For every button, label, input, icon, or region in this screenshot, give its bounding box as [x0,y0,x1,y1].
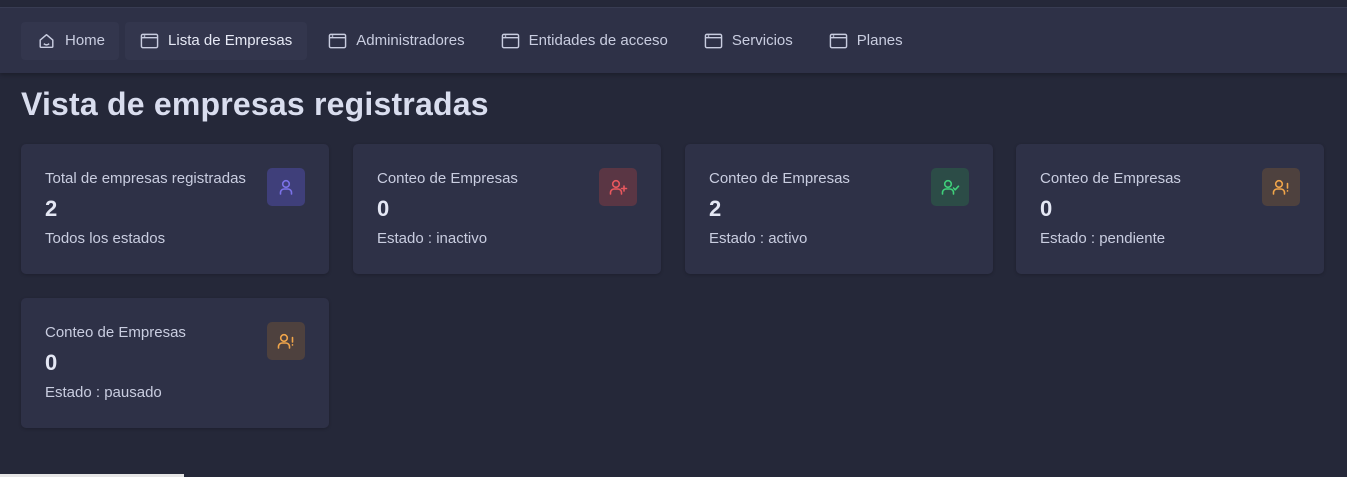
stat-card-pausado: Conteo de Empresas 0 Estado : pausado [21,298,329,428]
nav-item-entidades-de-acceso[interactable]: Entidades de acceso [486,22,683,60]
stat-card-label: Total de empresas registradas [45,170,246,187]
window-icon [140,32,159,50]
nav-item-label: Lista de Empresas [168,32,293,49]
window-icon [829,32,848,50]
user-alert-icon [267,322,305,360]
window-icon [328,32,347,50]
stat-card-label: Conteo de Empresas [1040,170,1181,187]
stat-card-subtitle: Estado : pausado [45,384,162,401]
nav-item-label: Administradores [356,32,465,49]
user-plus-icon [599,168,637,206]
nav-item-label: Planes [856,32,903,49]
stat-card-value: 2 [709,196,722,221]
home-icon [37,32,56,50]
page-title: Vista de empresas registradas [21,86,489,122]
nav-item-lista-de-empresas[interactable]: Lista de Empresas [125,21,308,60]
stat-card-inactivo: Conteo de Empresas 0 Estado : inactivo [353,144,661,274]
nav-item-label: Servicios [731,32,793,49]
stat-card-label: Conteo de Empresas [45,324,186,341]
stat-card-value: 0 [1040,196,1053,221]
nav-item-planes[interactable]: Planes [814,22,918,60]
stat-card-subtitle: Todos los estados [45,230,166,247]
nav-item-label: Entidades de acceso [528,32,668,49]
window-icon [501,32,520,50]
stat-card-subtitle: Estado : activo [709,230,808,247]
top-border [0,0,1347,8]
stat-card-pendiente: Conteo de Empresas 0 Estado : pendiente [1016,144,1324,274]
nav-item-home[interactable]: Home [21,21,120,60]
stat-card-label: Conteo de Empresas [709,170,850,187]
stat-card-value: 2 [45,196,58,221]
stat-card-subtitle: Estado : inactivo [377,230,488,247]
nav-item-administradores[interactable]: Administradores [313,22,479,60]
user-check-icon [931,168,969,206]
top-navbar: Home Lista de Empresas Administradores E… [0,8,1347,73]
nav-item-servicios[interactable]: Servicios [689,22,808,60]
stat-card-value: 0 [377,196,390,221]
stat-card-activo: Conteo de Empresas 2 Estado : activo [685,144,993,274]
window-icon [704,32,723,50]
stat-card-total: Total de empresas registradas 2 Todos lo… [21,144,329,274]
stat-card-value: 0 [45,350,58,375]
stat-card-label: Conteo de Empresas [377,170,518,187]
user-alert-icon [1262,168,1300,206]
user-icon [267,168,305,206]
stat-card-subtitle: Estado : pendiente [1040,230,1166,247]
nav-item-label: Home [65,32,106,49]
